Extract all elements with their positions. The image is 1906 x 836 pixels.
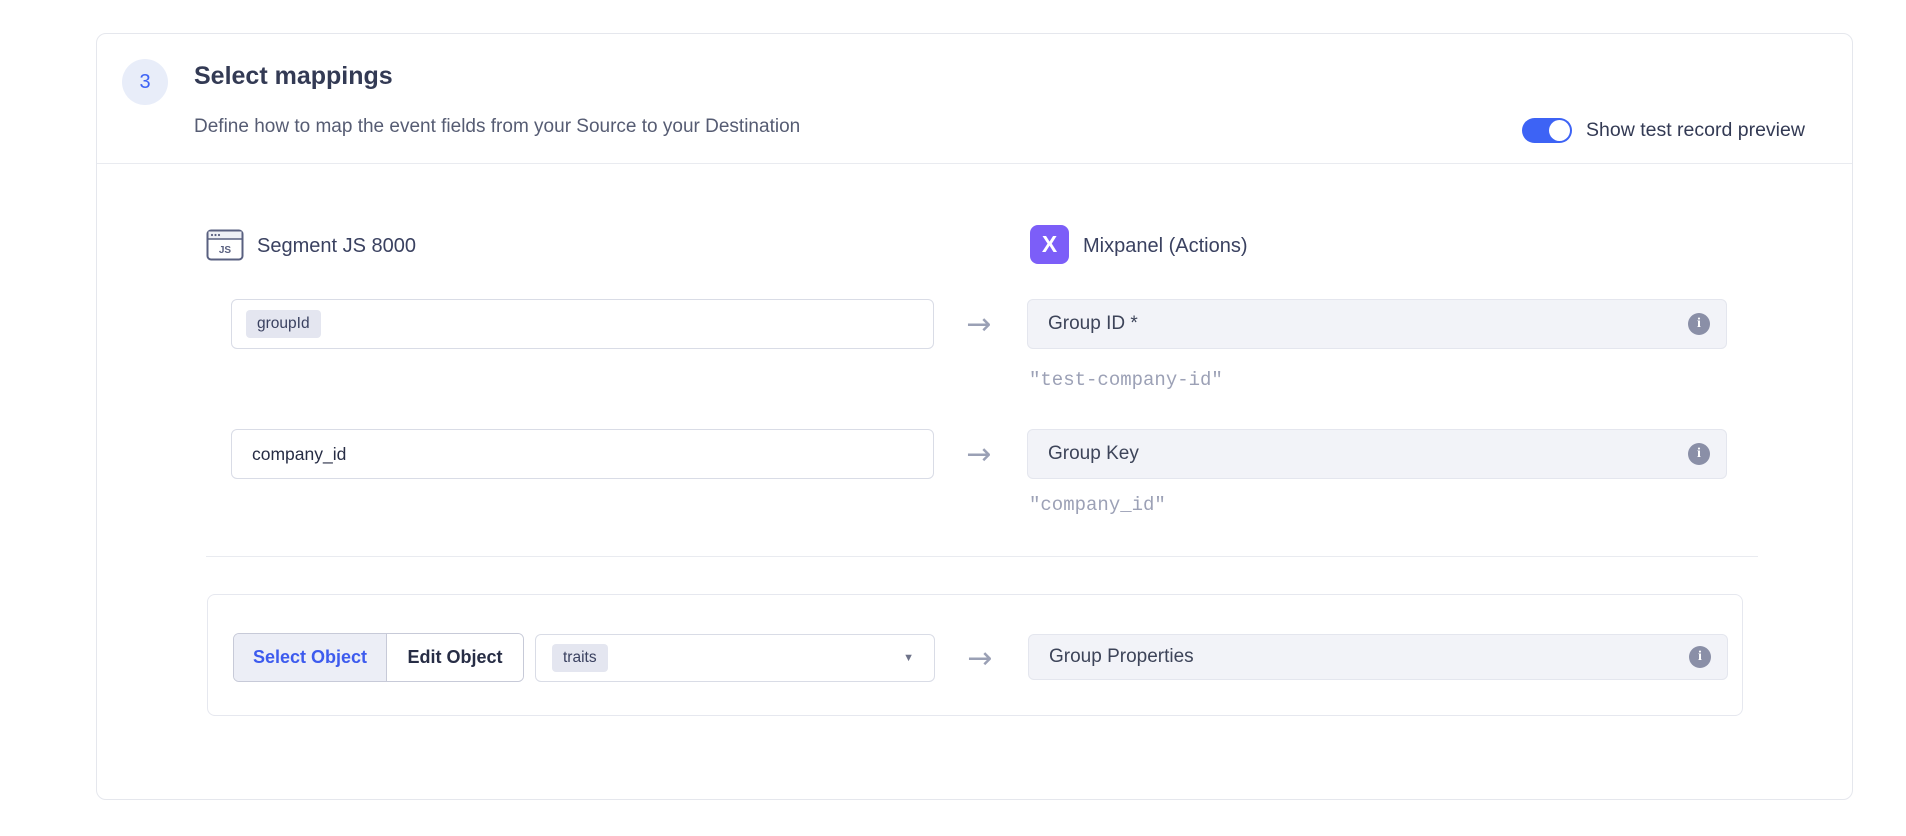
- show-test-record-preview-toggle[interactable]: [1522, 118, 1572, 143]
- object-source-dropdown[interactable]: traits ▼: [535, 634, 935, 682]
- step-number-badge: 3: [122, 59, 168, 105]
- object-mapping-box: Select Object Edit Object traits ▼ → Gro…: [207, 594, 1743, 716]
- arrow-right-icon: →: [955, 429, 1003, 479]
- page-subtitle: Define how to map the event fields from …: [194, 115, 800, 139]
- caret-down-icon: ▼: [903, 652, 914, 664]
- destination-field-label: Group Key: [1048, 443, 1688, 465]
- mixpanel-icon: X: [1030, 225, 1069, 264]
- svg-text:JS: JS: [219, 245, 232, 256]
- destination-field-group-properties[interactable]: Group Properties i: [1028, 634, 1728, 680]
- browser-js-icon: JS: [206, 226, 244, 264]
- source-field-input-company-id[interactable]: company_id: [231, 429, 934, 479]
- test-record-preview-value: "test-company-id": [1029, 369, 1223, 391]
- info-icon[interactable]: i: [1688, 313, 1710, 335]
- source-field-input-groupid[interactable]: groupId: [231, 299, 934, 349]
- edit-object-button[interactable]: Edit Object: [386, 634, 523, 681]
- card-header: 3 Select mappings Define how to map the …: [97, 34, 1852, 164]
- info-icon[interactable]: i: [1689, 646, 1711, 668]
- destination-name: Mixpanel (Actions): [1083, 232, 1248, 260]
- page-title: Select mappings: [194, 61, 393, 91]
- object-button-group: Select Object Edit Object: [233, 633, 524, 682]
- source-name: Segment JS 8000: [257, 232, 416, 260]
- test-record-preview-value: "company_id": [1029, 494, 1166, 516]
- dropdown-selected-token: traits: [552, 644, 608, 672]
- section-divider: [206, 556, 1758, 557]
- source-field-token[interactable]: groupId: [246, 310, 321, 338]
- select-object-button[interactable]: Select Object: [234, 634, 386, 681]
- arrow-right-icon: →: [955, 299, 1003, 349]
- destination-field-label: Group Properties: [1049, 646, 1689, 668]
- source-field-text: company_id: [252, 444, 346, 465]
- destination-field-label: Group ID *: [1048, 313, 1688, 335]
- mixpanel-icon-glyph: X: [1042, 231, 1057, 258]
- arrow-right-icon: →: [956, 634, 1004, 682]
- destination-field-group-key[interactable]: Group Key i: [1027, 429, 1727, 479]
- select-mappings-card: 3 Select mappings Define how to map the …: [96, 33, 1853, 800]
- destination-field-group-id[interactable]: Group ID * i: [1027, 299, 1727, 349]
- toggle-label: Show test record preview: [1586, 119, 1805, 142]
- info-icon[interactable]: i: [1688, 443, 1710, 465]
- toggle-knob: [1549, 120, 1570, 141]
- test-record-preview-toggle-wrap: Show test record preview: [1522, 118, 1805, 143]
